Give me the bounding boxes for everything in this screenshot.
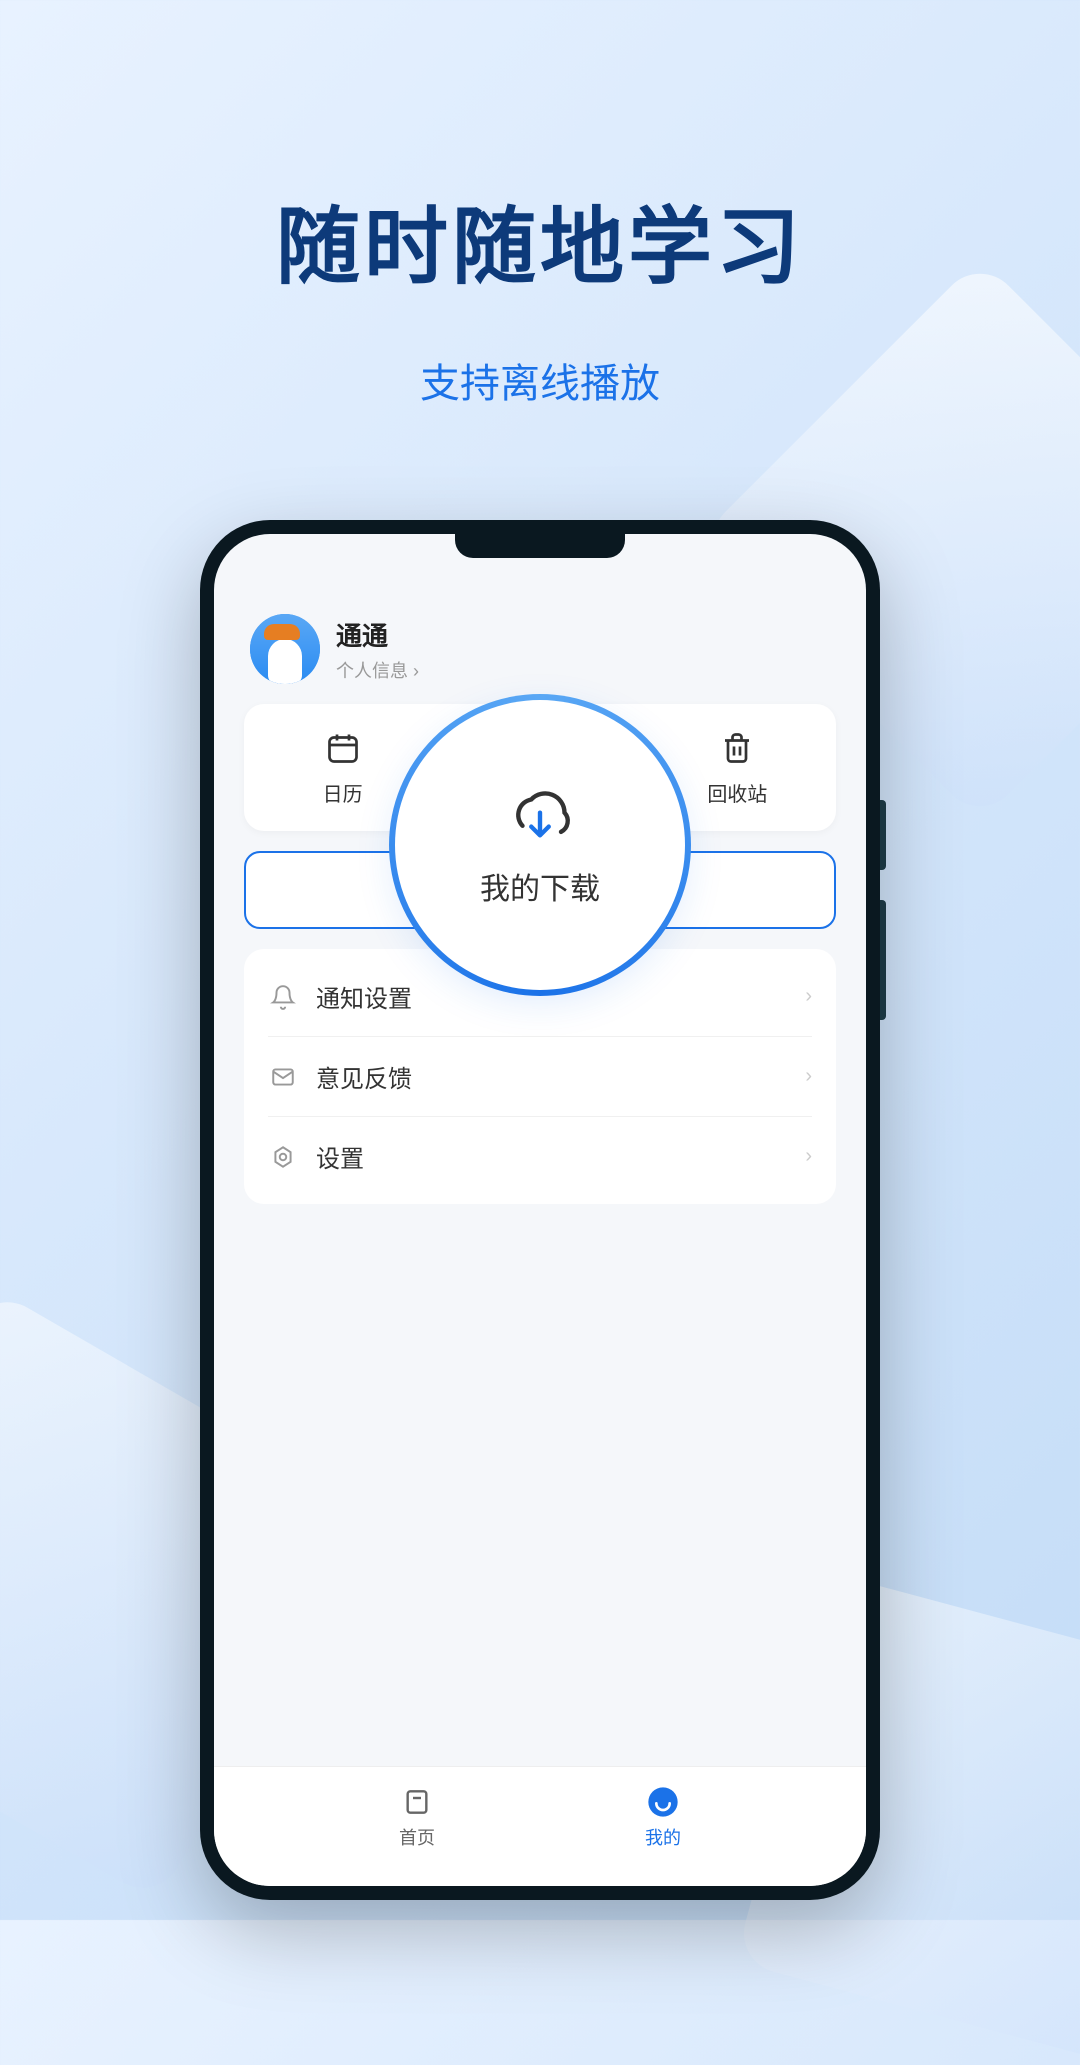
calendar-icon (323, 728, 363, 768)
profile-info-link[interactable]: 个人信息 › (336, 657, 419, 683)
profile-name: 通通 (336, 616, 419, 653)
smile-icon (645, 1784, 681, 1820)
nav-home-label: 首页 (399, 1824, 435, 1850)
mail-icon (268, 1062, 298, 1092)
settings-label: 设置 (316, 1139, 787, 1174)
avatar[interactable] (250, 614, 320, 684)
hero-title: 随时随地学习 (0, 0, 1080, 301)
feedback-item[interactable]: 意见反馈 › (268, 1036, 812, 1116)
phone-side-button (880, 800, 886, 870)
bell-icon (268, 982, 298, 1012)
recycle-label: 回收站 (707, 778, 767, 807)
gear-icon (268, 1142, 298, 1172)
phone-notch (455, 534, 625, 558)
home-icon (399, 1784, 435, 1820)
settings-item[interactable]: 设置 › (268, 1116, 812, 1196)
feedback-label: 意见反馈 (316, 1059, 787, 1094)
chevron-right-icon: › (805, 1065, 812, 1088)
bottom-nav: 首页 我的 (214, 1766, 866, 1886)
nav-mine[interactable]: 我的 (645, 1784, 681, 1850)
phone-side-button (880, 900, 886, 1020)
calendar-label: 日历 (323, 778, 363, 807)
profile-header[interactable]: 通通 个人信息 › (244, 604, 836, 704)
download-callout-label: 我的下载 (480, 864, 600, 908)
download-callout[interactable]: 我的下载 (395, 700, 685, 990)
nav-home[interactable]: 首页 (399, 1784, 435, 1850)
nav-mine-label: 我的 (645, 1824, 681, 1850)
cloud-download-icon (505, 782, 575, 852)
chevron-right-icon: › (805, 1145, 812, 1168)
chevron-right-icon: › (805, 985, 812, 1008)
trash-icon (717, 728, 757, 768)
